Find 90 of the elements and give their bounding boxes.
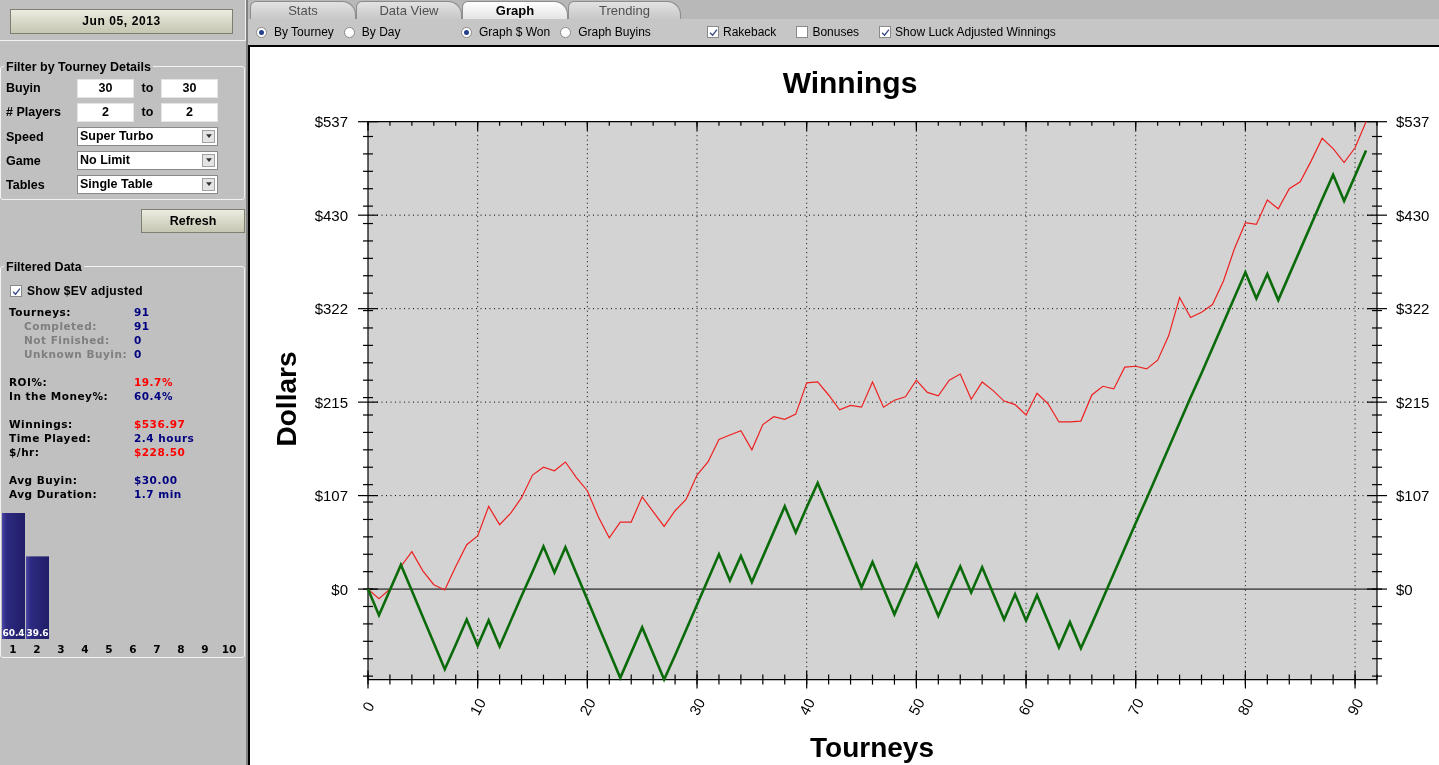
tick-label: $322 xyxy=(1396,300,1430,318)
stat-value: 0 xyxy=(134,333,142,349)
tick-label: 70 xyxy=(1124,695,1148,718)
radio-option[interactable]: Graph $ Won xyxy=(461,23,551,41)
tick-label: $0 xyxy=(1396,580,1413,598)
stat-label: Completed: xyxy=(24,319,98,335)
category-label: 10 xyxy=(221,643,237,655)
stat-label: ROI%: xyxy=(9,375,49,391)
field-label: Tables xyxy=(6,177,46,195)
tick-label: 90 xyxy=(1343,695,1367,718)
axis-title: Dollars xyxy=(270,351,302,447)
stat-label: $/hr: xyxy=(9,445,41,461)
tick-label: 30 xyxy=(685,695,709,718)
tick-label: $430 xyxy=(314,206,348,224)
category-label: 1 xyxy=(9,643,17,655)
checkbox-option[interactable]: Show $EV adjusted xyxy=(10,284,143,298)
tick-label: $215 xyxy=(314,393,348,411)
caret-icon xyxy=(202,153,215,167)
category-label: 5 xyxy=(105,643,113,655)
checkbox-option[interactable]: Show Luck Adjusted Winnings xyxy=(879,23,1056,41)
caret-icon xyxy=(202,129,215,143)
stat-value: $228.50 xyxy=(134,445,186,461)
input-field[interactable]: 2 xyxy=(161,102,218,122)
stat-value: 1.7 min xyxy=(134,487,182,503)
stat-value: $536.97 xyxy=(134,417,186,433)
tick-label: $107 xyxy=(1396,487,1430,505)
stat-label: In the Money%: xyxy=(9,389,110,405)
stat-label: Time Played: xyxy=(9,431,93,447)
radio-option[interactable]: By Day xyxy=(343,23,401,41)
tick-label: 0 xyxy=(358,698,378,715)
date-button[interactable]: Jun 05, 2013 xyxy=(10,8,233,34)
checkbox-option[interactable]: Rakeback xyxy=(707,23,777,41)
tab[interactable]: Graph xyxy=(462,1,568,19)
tick-label: 80 xyxy=(1233,695,1257,718)
field-label: Buyin xyxy=(6,79,42,97)
range-separator: to xyxy=(140,79,155,97)
refresh-button[interactable]: Refresh xyxy=(141,209,245,233)
tick-label: $215 xyxy=(1396,393,1430,411)
dropdown[interactable]: Single Table xyxy=(77,174,218,194)
stat-label: Winnings: xyxy=(9,417,74,433)
stat-label: Avg Duration: xyxy=(9,487,99,503)
stat-value: 2.4 hours xyxy=(134,431,195,447)
category-label: 6 xyxy=(129,643,137,655)
tick-label: $537 xyxy=(1396,113,1430,131)
tick-label: 60 xyxy=(1014,695,1038,718)
category-label: 8 xyxy=(177,643,185,655)
radio-option[interactable]: By Tourney xyxy=(256,23,334,41)
field-label: Game xyxy=(6,153,42,171)
range-separator: to xyxy=(140,103,155,121)
category-label: 3 xyxy=(57,643,65,655)
tab[interactable]: Data View xyxy=(356,1,462,19)
stat-value: 60.4% xyxy=(134,389,173,405)
tick-label: 50 xyxy=(904,695,928,718)
stat-value: 91 xyxy=(134,305,150,321)
input-field[interactable]: 30 xyxy=(161,78,218,98)
field-label: Speed xyxy=(6,129,45,147)
tab[interactable]: Stats xyxy=(250,1,356,19)
stat-label: Not Finished: xyxy=(24,333,111,349)
tick-label: 10 xyxy=(466,695,490,718)
tick-label: $430 xyxy=(1396,206,1430,224)
tick-label: $0 xyxy=(331,580,348,598)
checkbox-option[interactable]: Bonuses xyxy=(796,23,860,41)
input-field[interactable]: 2 xyxy=(77,102,134,122)
dropdown[interactable]: No Limit xyxy=(77,150,218,170)
stat-value: $30.00 xyxy=(134,473,178,489)
chart-title: Winnings xyxy=(782,66,918,99)
tick-label: 20 xyxy=(575,695,599,718)
stat-label: Avg Buyin: xyxy=(9,473,79,489)
stat-value: 19.7% xyxy=(134,375,173,391)
tick-label: $107 xyxy=(314,487,348,505)
stat-value: 0 xyxy=(134,347,142,363)
category-label: 7 xyxy=(153,643,161,655)
category-label: 4 xyxy=(81,643,89,655)
tab[interactable]: Trending xyxy=(568,1,681,19)
category-label: 2 xyxy=(33,643,41,655)
axis-title: Tourneys xyxy=(810,732,934,763)
dropdown[interactable]: Super Turbo xyxy=(77,126,218,146)
stat-label: Tourneys: xyxy=(9,305,73,321)
bar-value-label: 60.4 xyxy=(2,628,25,638)
input-field[interactable]: 30 xyxy=(77,78,134,98)
category-label: 9 xyxy=(201,643,209,655)
radio-option[interactable]: Graph Buyins xyxy=(560,23,651,41)
tick-label: $537 xyxy=(314,113,348,131)
bar-value-label: 39.6 xyxy=(26,628,49,638)
caret-icon xyxy=(202,177,215,191)
stat-value: 91 xyxy=(134,319,150,335)
tick-label: $322 xyxy=(314,300,348,318)
field-label: # Players xyxy=(6,103,62,121)
stat-label: Unknown Buyin: xyxy=(24,347,129,363)
tick-label: 40 xyxy=(795,695,819,718)
